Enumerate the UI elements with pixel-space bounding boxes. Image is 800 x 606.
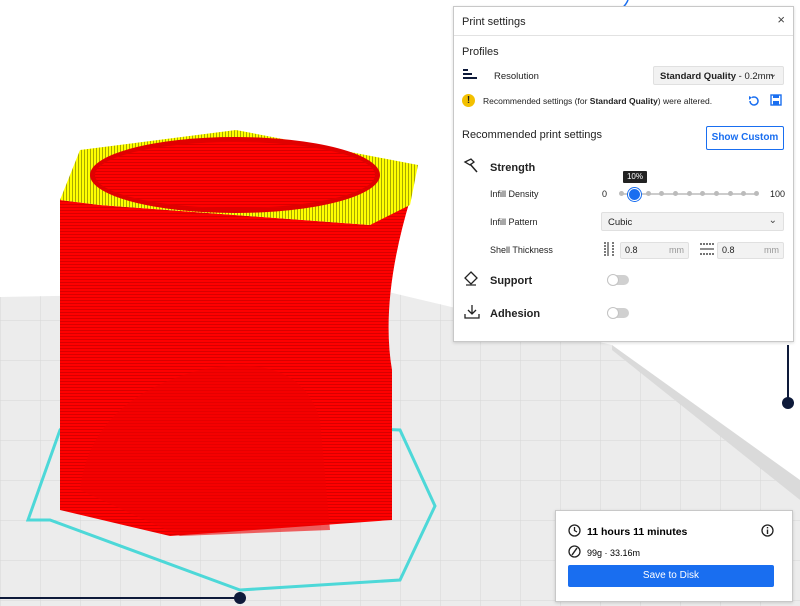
spool-icon [568, 545, 581, 558]
print-time: 11 hours 11 minutes [587, 526, 688, 538]
print-settings-panel: Print settings × Profiles Resolution Sta… [453, 6, 794, 342]
slider-tick [687, 191, 692, 196]
top-bottom-thickness-value: 0.8 [722, 245, 735, 255]
slider-tick [741, 191, 746, 196]
slider-tick [728, 191, 733, 196]
slider-tick [673, 191, 678, 196]
infill-pattern-dropdown[interactable]: Cubic ⌄ [601, 212, 784, 231]
save-profile-icon[interactable] [770, 94, 782, 106]
clock-icon [568, 524, 581, 537]
reset-icon[interactable] [747, 94, 761, 108]
layer-slider-handle-bottom [234, 592, 246, 604]
slider-tick [714, 191, 719, 196]
slider-max-label: 100 [770, 189, 786, 199]
hammer-icon [463, 158, 478, 173]
slider-tick [619, 191, 624, 196]
chevron-down-icon: ⌄ [768, 69, 777, 80]
adhesion-toggle[interactable] [607, 307, 629, 319]
resolution-label: Resolution [494, 71, 539, 82]
infill-pattern-label: Infill Pattern [490, 217, 538, 227]
save-to-disk-button[interactable]: Save to Disk [568, 565, 774, 587]
recommended-heading: Recommended print settings [462, 129, 603, 141]
info-icon[interactable] [761, 524, 774, 537]
slider-tick [646, 191, 651, 196]
top-bottom-thickness-unit: mm [764, 245, 779, 255]
resolution-icon [463, 69, 477, 79]
top-bottom-thickness-icon [700, 243, 714, 255]
profiles-heading: Profiles [462, 46, 499, 58]
shell-thickness-label: Shell Thickness [490, 245, 553, 255]
show-custom-button[interactable]: Show Custom [706, 126, 784, 150]
resolution-dropdown[interactable]: Standard Quality - 0.2mm ⌄ [653, 66, 784, 85]
slider-min-label: 0 [602, 189, 608, 199]
resolution-value: Standard Quality - 0.2mm [660, 71, 774, 82]
infill-pattern-value: Cubic [608, 217, 633, 228]
infill-density-slider-handle[interactable] [628, 188, 641, 201]
strength-heading: Strength [490, 162, 536, 174]
adhesion-heading: Adhesion [490, 308, 541, 320]
panel-header: Print settings × [454, 7, 793, 36]
exclamation-icon: ! [462, 94, 475, 107]
wall-thickness-input[interactable]: 0.8 mm [620, 242, 689, 259]
layer-slider-handle [782, 397, 794, 409]
chevron-down-icon: ⌄ [768, 215, 777, 226]
support-icon [464, 271, 478, 286]
job-summary-panel: 11 hours 11 minutes 99g · 33.16m Save to… [555, 510, 793, 602]
wall-thickness-icon [604, 242, 614, 256]
panel-title: Print settings [462, 16, 526, 28]
close-icon[interactable]: × [777, 13, 785, 26]
slider-tick [700, 191, 705, 196]
wall-thickness-unit: mm [669, 245, 684, 255]
infill-density-label: Infill Density [490, 189, 539, 199]
material-usage: 99g · 33.16m [587, 548, 641, 558]
top-bottom-thickness-input[interactable]: 0.8 mm [717, 242, 784, 259]
infill-density-tooltip: 10% [623, 171, 647, 183]
slider-tick [754, 191, 759, 196]
adhesion-icon [464, 305, 480, 319]
support-toggle[interactable] [607, 274, 629, 286]
slider-tick [659, 191, 664, 196]
wall-thickness-value: 0.8 [625, 245, 638, 255]
warning-text: Recommended settings (for Standard Quali… [483, 96, 713, 106]
support-heading: Support [490, 275, 533, 287]
